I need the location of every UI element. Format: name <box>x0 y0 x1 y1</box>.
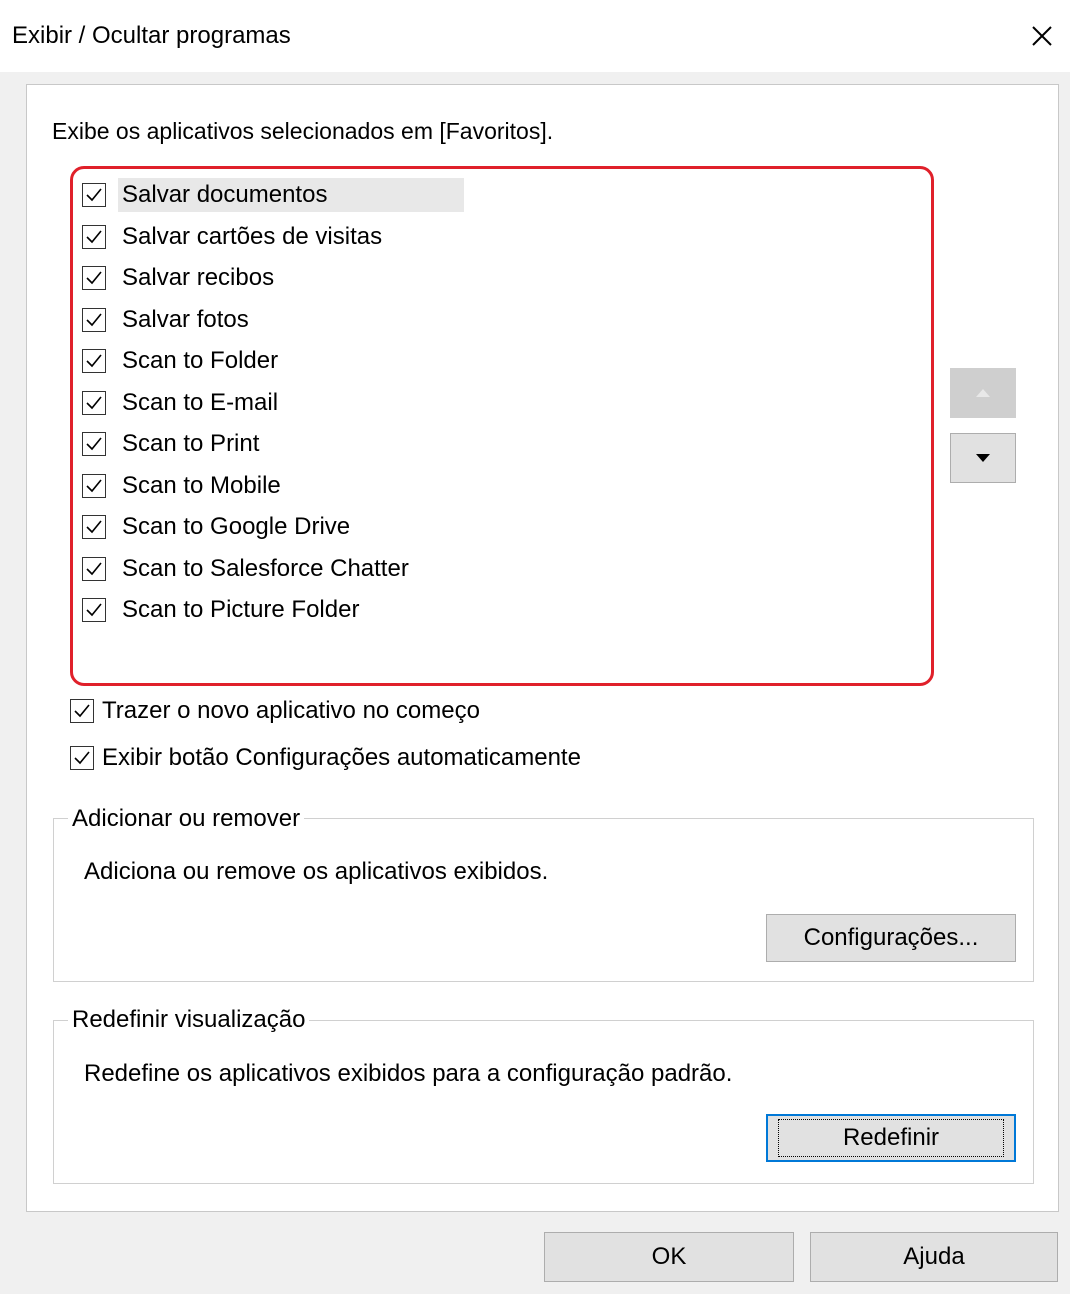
checkbox[interactable] <box>82 556 106 581</box>
checkmark-icon <box>86 437 102 451</box>
option-label: Trazer o novo aplicativo no começo <box>102 697 480 724</box>
app-label: Salvar recibos <box>122 264 275 291</box>
app-list-item[interactable]: Scan to Print <box>82 425 263 463</box>
app-label: Scan to E-mail <box>122 388 279 416</box>
checkbox[interactable] <box>82 349 106 373</box>
checkbox[interactable] <box>82 307 106 332</box>
settings-button[interactable]: Configurações... <box>766 914 1016 962</box>
checkmark-icon <box>86 188 102 202</box>
app-label: Salvar documentos <box>118 178 464 212</box>
option-show-settings-auto[interactable]: Exibir botão Configurações automaticamen… <box>70 744 581 772</box>
move-up-button[interactable] <box>950 368 1016 418</box>
close-icon <box>1032 26 1052 46</box>
add-remove-description: Adiciona ou remove os aplicativos exibid… <box>84 858 549 885</box>
settings-button-label: Configurações... <box>803 924 979 951</box>
reset-button[interactable]: Redefinir <box>766 1114 1016 1162</box>
checkmark-icon <box>86 520 102 534</box>
reset-button-label: Redefinir <box>777 1119 1005 1157</box>
checkbox[interactable] <box>82 515 106 539</box>
checkbox[interactable] <box>82 473 106 498</box>
app-label: Scan to Print <box>122 430 260 457</box>
app-list-item[interactable]: Salvar documentos <box>82 176 464 214</box>
app-label: Scan to Picture Folder <box>122 596 360 623</box>
add-remove-group-title: Adicionar ou remover <box>68 805 305 833</box>
checkbox[interactable] <box>82 183 106 207</box>
checkmark-icon <box>86 229 102 243</box>
intro-text: Exibe os aplicativos selecionados em [Fa… <box>52 118 554 144</box>
checkmark-icon <box>74 751 90 765</box>
checkmark-icon <box>74 704 90 718</box>
checkmark-icon <box>86 354 102 368</box>
app-label: Scan to Mobile <box>122 471 281 499</box>
app-label: Scan to Folder <box>122 347 279 374</box>
checkbox[interactable] <box>70 699 94 723</box>
triangle-up-icon <box>976 389 990 397</box>
app-list-item[interactable]: Scan to Salesforce Chatter <box>82 550 413 588</box>
app-list-item[interactable]: Salvar recibos <box>82 259 278 297</box>
checkbox[interactable] <box>82 598 106 622</box>
app-label: Scan to Google Drive <box>122 513 351 540</box>
checkbox[interactable] <box>82 390 106 415</box>
title-bar: Exibir / Ocultar programas <box>0 0 1070 72</box>
checkbox[interactable] <box>82 432 106 456</box>
close-button[interactable] <box>1014 8 1070 64</box>
app-list-item[interactable]: Scan to Mobile <box>82 467 285 505</box>
checkbox[interactable] <box>82 224 106 249</box>
checkmark-icon <box>86 395 102 409</box>
app-list-item[interactable]: Salvar fotos <box>82 301 253 339</box>
move-down-button[interactable] <box>950 433 1016 483</box>
help-button-label: Ajuda <box>903 1243 965 1270</box>
checkmark-icon <box>86 312 102 326</box>
ok-button[interactable]: OK <box>544 1232 794 1282</box>
reset-description: Redefine os aplicativos exibidos para a … <box>84 1060 733 1087</box>
app-list-item[interactable]: Scan to Google Drive <box>82 508 354 546</box>
reset-group-title: Redefinir visualização <box>68 1006 310 1034</box>
option-label: Exibir botão Configurações automaticamen… <box>102 744 581 771</box>
checkmark-icon <box>86 603 102 617</box>
dialog-window: Exibir / Ocultar programas Exibe os apli… <box>0 0 1070 1294</box>
checkmark-icon <box>86 561 102 575</box>
app-label: Salvar fotos <box>122 305 249 333</box>
checkbox[interactable] <box>82 266 106 290</box>
triangle-down-icon <box>976 454 990 462</box>
window-title: Exibir / Ocultar programas <box>12 22 291 49</box>
checkmark-icon <box>86 271 102 285</box>
option-bring-new-first[interactable]: Trazer o novo aplicativo no começo <box>70 697 480 725</box>
checkbox[interactable] <box>70 746 94 770</box>
app-list-item[interactable]: Scan to E-mail <box>82 384 282 422</box>
app-list-item[interactable]: Scan to Folder <box>82 342 282 380</box>
app-label: Salvar cartões de visitas <box>122 222 383 250</box>
app-label: Scan to Salesforce Chatter <box>122 554 409 582</box>
app-list-item[interactable]: Scan to Picture Folder <box>82 591 363 629</box>
help-button[interactable]: Ajuda <box>810 1232 1058 1282</box>
checkmark-icon <box>86 478 102 492</box>
app-list-item[interactable]: Salvar cartões de visitas <box>82 218 386 256</box>
ok-button-label: OK <box>651 1243 687 1270</box>
